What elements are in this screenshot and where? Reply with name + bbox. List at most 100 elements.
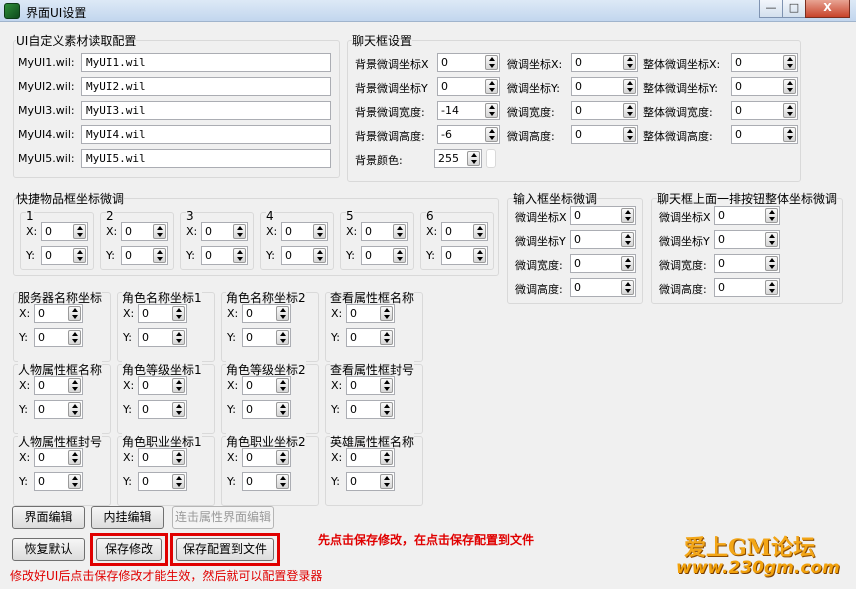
- chat-col2-spinner[interactable]: 0: [571, 101, 638, 120]
- quick-slot-x-spinner[interactable]: 0: [361, 222, 408, 241]
- coord-x-spinner[interactable]: 0: [138, 448, 187, 467]
- chat-col2-spinner[interactable]: 0: [571, 125, 638, 144]
- spin-arrows-icon[interactable]: [380, 450, 393, 465]
- spin-arrows-icon[interactable]: [172, 474, 185, 489]
- spin-arrows-icon[interactable]: [172, 450, 185, 465]
- spin-arrows-icon[interactable]: [380, 330, 393, 345]
- spin-arrows-icon[interactable]: [233, 224, 246, 239]
- spin-arrows-icon[interactable]: [623, 127, 636, 142]
- spin-arrows-icon[interactable]: [623, 55, 636, 70]
- input-offset-spinner[interactable]: 0: [570, 206, 636, 225]
- coord-x-spinner[interactable]: 0: [34, 448, 83, 467]
- spin-arrows-icon[interactable]: [765, 208, 778, 223]
- spin-arrows-icon[interactable]: [153, 224, 166, 239]
- coord-y-spinner[interactable]: 0: [138, 472, 187, 491]
- bg-color-spinner[interactable]: 255: [434, 149, 482, 168]
- spin-arrows-icon[interactable]: [276, 402, 289, 417]
- spin-arrows-icon[interactable]: [485, 79, 498, 94]
- spin-arrows-icon[interactable]: [765, 280, 778, 295]
- spin-arrows-icon[interactable]: [783, 79, 796, 94]
- ui-edit-button[interactable]: 界面编辑: [12, 506, 85, 529]
- bg-color-swatch[interactable]: [486, 149, 496, 168]
- spin-arrows-icon[interactable]: [621, 208, 634, 223]
- plugin-edit-button[interactable]: 内挂编辑: [91, 506, 164, 529]
- ui-file-input[interactable]: MyUI3.wil: [81, 101, 331, 120]
- coord-x-spinner[interactable]: 0: [346, 376, 395, 395]
- quick-slot-y-spinner[interactable]: 0: [361, 246, 408, 265]
- chat-col3-spinner[interactable]: 0: [731, 77, 798, 96]
- spin-arrows-icon[interactable]: [172, 330, 185, 345]
- coord-y-spinner[interactable]: 0: [242, 472, 291, 491]
- coord-y-spinner[interactable]: 0: [242, 328, 291, 347]
- coord-y-spinner[interactable]: 0: [242, 400, 291, 419]
- spin-arrows-icon[interactable]: [68, 306, 81, 321]
- close-button[interactable]: X: [805, 0, 850, 18]
- coord-y-spinner[interactable]: 0: [34, 472, 83, 491]
- spin-arrows-icon[interactable]: [765, 256, 778, 271]
- spin-arrows-icon[interactable]: [276, 378, 289, 393]
- chatbtn-offset-spinner[interactable]: 0: [714, 278, 780, 297]
- spin-arrows-icon[interactable]: [233, 248, 246, 263]
- quick-slot-y-spinner[interactable]: 0: [201, 246, 248, 265]
- chat-col1-spinner[interactable]: -6: [437, 125, 500, 144]
- spin-arrows-icon[interactable]: [485, 55, 498, 70]
- coord-x-spinner[interactable]: 0: [138, 376, 187, 395]
- spin-arrows-icon[interactable]: [783, 55, 796, 70]
- chat-col3-spinner[interactable]: 0: [731, 125, 798, 144]
- coord-x-spinner[interactable]: 0: [346, 304, 395, 323]
- quick-slot-x-spinner[interactable]: 0: [201, 222, 248, 241]
- spin-arrows-icon[interactable]: [783, 127, 796, 142]
- spin-arrows-icon[interactable]: [393, 224, 406, 239]
- spin-arrows-icon[interactable]: [172, 378, 185, 393]
- chat-col1-spinner[interactable]: 0: [437, 53, 500, 72]
- spin-arrows-icon[interactable]: [68, 378, 81, 393]
- coord-x-spinner[interactable]: 0: [242, 448, 291, 467]
- input-offset-spinner[interactable]: 0: [570, 278, 636, 297]
- spin-arrows-icon[interactable]: [623, 103, 636, 118]
- maximize-button[interactable]: □: [782, 0, 806, 18]
- spin-arrows-icon[interactable]: [473, 248, 486, 263]
- spin-arrows-icon[interactable]: [313, 224, 326, 239]
- spin-arrows-icon[interactable]: [380, 378, 393, 393]
- spin-arrows-icon[interactable]: [68, 474, 81, 489]
- quick-slot-x-spinner[interactable]: 0: [41, 222, 88, 241]
- chatbtn-offset-spinner[interactable]: 0: [714, 254, 780, 273]
- spin-arrows-icon[interactable]: [485, 103, 498, 118]
- chat-col3-spinner[interactable]: 0: [731, 101, 798, 120]
- coord-x-spinner[interactable]: 0: [346, 448, 395, 467]
- coord-y-spinner[interactable]: 0: [34, 400, 83, 419]
- spin-arrows-icon[interactable]: [172, 306, 185, 321]
- coord-y-spinner[interactable]: 0: [34, 328, 83, 347]
- coord-x-spinner[interactable]: 0: [242, 304, 291, 323]
- spin-arrows-icon[interactable]: [621, 280, 634, 295]
- chat-col1-spinner[interactable]: 0: [437, 77, 500, 96]
- minimize-button[interactable]: —: [759, 0, 783, 18]
- spin-arrows-icon[interactable]: [621, 232, 634, 247]
- coord-y-spinner[interactable]: 0: [138, 400, 187, 419]
- coord-x-spinner[interactable]: 0: [138, 304, 187, 323]
- coord-x-spinner[interactable]: 0: [34, 376, 83, 395]
- coord-y-spinner[interactable]: 0: [346, 472, 395, 491]
- spin-arrows-icon[interactable]: [276, 474, 289, 489]
- quick-slot-y-spinner[interactable]: 0: [41, 246, 88, 265]
- spin-arrows-icon[interactable]: [380, 306, 393, 321]
- ui-file-input[interactable]: MyUI5.wil: [81, 149, 331, 168]
- chatbtn-offset-spinner[interactable]: 0: [714, 230, 780, 249]
- spin-arrows-icon[interactable]: [172, 402, 185, 417]
- spin-arrows-icon[interactable]: [68, 450, 81, 465]
- spin-arrows-icon[interactable]: [393, 248, 406, 263]
- chat-col1-spinner[interactable]: -14: [437, 101, 500, 120]
- spin-arrows-icon[interactable]: [68, 402, 81, 417]
- spin-arrows-icon[interactable]: [765, 232, 778, 247]
- coord-y-spinner[interactable]: 0: [346, 400, 395, 419]
- spin-arrows-icon[interactable]: [473, 224, 486, 239]
- chat-col2-spinner[interactable]: 0: [571, 53, 638, 72]
- quick-slot-x-spinner[interactable]: 0: [281, 222, 328, 241]
- spin-arrows-icon[interactable]: [276, 330, 289, 345]
- spin-arrows-icon[interactable]: [380, 474, 393, 489]
- quick-slot-y-spinner[interactable]: 0: [441, 246, 488, 265]
- chat-col2-spinner[interactable]: 0: [571, 77, 638, 96]
- ui-file-input[interactable]: MyUI1.wil: [81, 53, 331, 72]
- spin-arrows-icon[interactable]: [68, 330, 81, 345]
- spin-arrows-icon[interactable]: [380, 402, 393, 417]
